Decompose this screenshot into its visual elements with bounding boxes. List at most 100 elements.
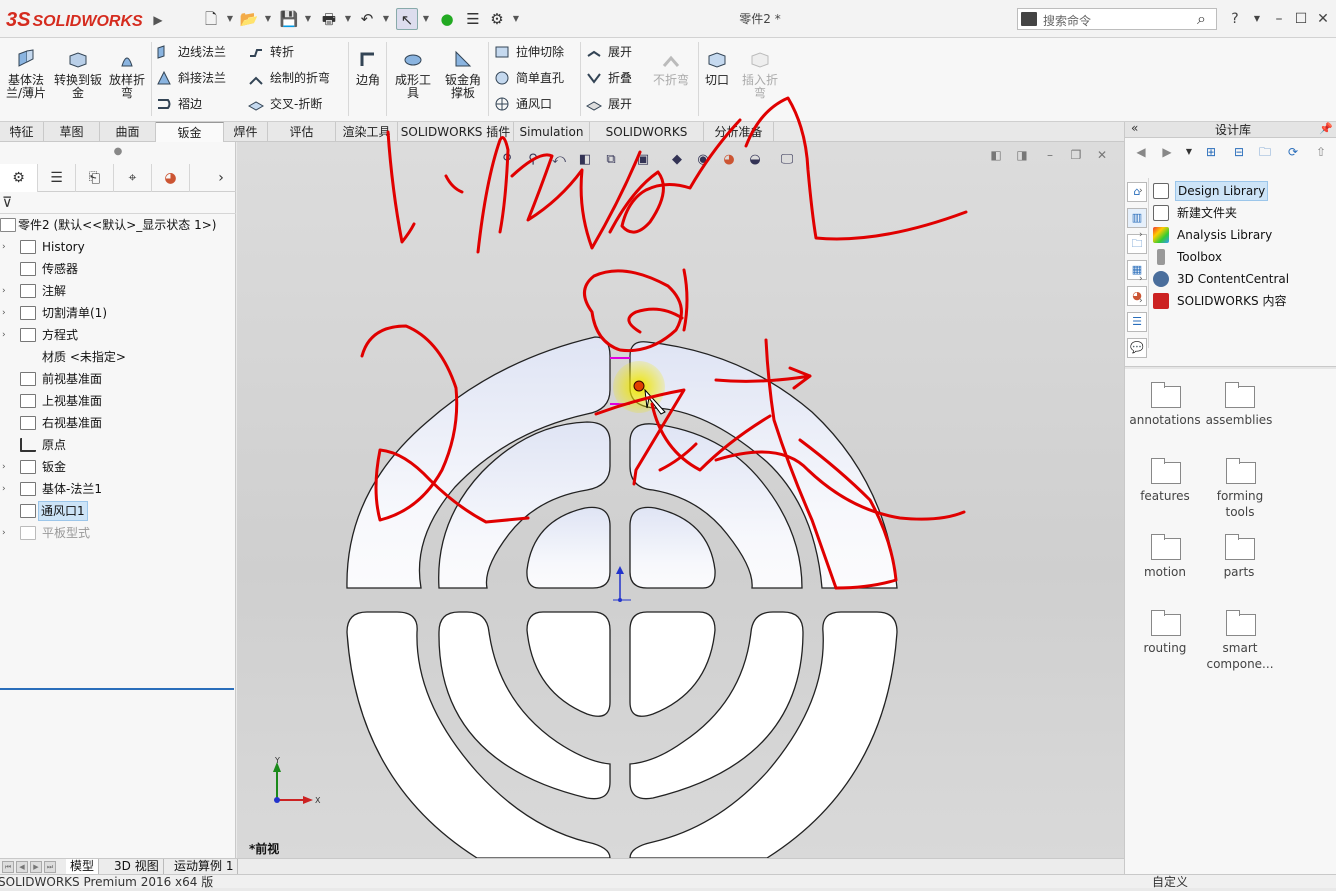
tree-item-origin[interactable]: 原点 [0,434,236,456]
vent-button[interactable]: 通风口 [494,94,552,114]
expand-arrow-icon[interactable]: › [1139,224,1143,246]
search-mode-icon[interactable] [1021,12,1037,26]
rip-button[interactable]: 切口 [702,48,732,87]
folder-forming-tools[interactable]: forming tools [1199,458,1281,520]
tab-analysis-preparation[interactable]: 分析准备 [704,122,774,142]
tree-item-top-plane[interactable]: 上视基准面 [0,390,236,412]
tree-item-sheetmetal[interactable]: › 钣金 [0,456,236,478]
expand-arrow-icon[interactable]: › [1139,268,1143,290]
history-dropdown-icon[interactable]: ▼ [1179,142,1199,162]
viewport-close-icon[interactable]: ✕ [1093,146,1111,164]
pane-splitter[interactable] [1125,366,1336,369]
dynamic-annotation-icon[interactable]: ⧉ [601,150,621,170]
expand-arrow-icon[interactable]: › [2,302,12,324]
vent-slot-inner-left[interactable] [526,506,611,589]
folder-parts[interactable]: parts [1199,534,1279,580]
hem-button[interactable]: 褶边 [156,94,202,114]
flatten-button[interactable]: 展开 [586,94,632,114]
undo-dropdown-icon[interactable]: ▼ [382,8,390,30]
help-dropdown-icon[interactable]: ▼ [1246,8,1268,30]
forming-tool-button[interactable]: 成形工具 [390,48,436,100]
expand-arrow-icon[interactable]: › [1139,290,1143,312]
previous-view-icon[interactable]: ⤺ [549,150,569,170]
tile-left-icon[interactable]: ◧ [987,146,1005,164]
tree-item-right-plane[interactable]: 右视基准面 [0,412,236,434]
simple-hole-button[interactable]: 简单直孔 [494,68,564,88]
first-tab-arrow-icon[interactable]: ⏮ [2,861,14,873]
maximize-icon[interactable]: ☐ [1290,8,1312,30]
tab-sheetmetal[interactable]: 钣金 [156,122,224,142]
folder-assemblies[interactable]: assemblies [1199,382,1279,428]
tree-item-annotations[interactable]: › 注解 [0,280,236,302]
displaymanager-icon[interactable]: ◕ [152,164,190,192]
expand-arrow-icon[interactable]: › [2,236,12,258]
new-dropdown-icon[interactable]: ▼ [226,8,234,30]
options-gear-icon[interactable]: ⚙ [486,8,508,30]
select-pointer-icon[interactable]: ↖ [396,8,418,30]
filter-icon[interactable]: ⊽ [2,195,12,211]
rebuild-traffic-light-icon[interactable]: ● [436,8,458,30]
tab-sketch[interactable]: 草图 [44,122,100,142]
library-item-design-library[interactable]: › Design Library [1139,180,1335,202]
library-item-new-folder[interactable]: 新建文件夹 [1139,202,1335,224]
pin-icon[interactable]: 📌 [1319,122,1333,135]
tree-item-sensors[interactable]: 传感器 [0,258,236,280]
cross-break-button[interactable]: 交叉-折断 [248,94,322,114]
insert-bends-button[interactable]: 插入折弯 [738,48,782,100]
base-flange-button[interactable]: 基体法兰/薄片 [2,48,50,100]
graphics-area[interactable]: ⚲ ⚲ ⤺ ◧ ⧉ ▣ ◆ ◉ ◕ ◒ 🖵 ◧ ◨ – ❐ ✕ Y X *前视 [237,142,1124,858]
add-to-library-icon[interactable]: ⊞ [1201,142,1221,162]
folder-motion[interactable]: motion [1125,534,1205,580]
library-item-solidworks-content[interactable]: › SOLIDWORKS 内容 [1139,290,1335,312]
dimxpertmanager-icon[interactable]: ⌖ [114,164,152,192]
apply-scene-icon[interactable]: ◒ [745,150,765,170]
corners-button[interactable]: 边角 [352,48,384,87]
vent-slot-inner-right[interactable] [629,506,716,589]
tab-evaluate[interactable]: 评估 [268,122,336,142]
save-dropdown-icon[interactable]: ▼ [304,8,312,30]
miter-flange-button[interactable]: 斜接法兰 [156,68,226,88]
options-dropdown-icon[interactable]: ▼ [512,8,520,30]
vent-slot-lower-inner-right[interactable] [629,611,716,717]
extruded-cut-button[interactable]: 拉伸切除 [494,42,564,62]
zoom-to-fit-icon[interactable]: ⚲ [497,150,517,170]
tree-item-base-flange[interactable]: › 基体-法兰1 [0,478,236,500]
viewport-minimize-icon[interactable]: – [1041,146,1059,164]
expand-arrow-icon[interactable]: › [2,456,12,478]
no-bends-button[interactable]: 不折弯 [650,48,692,87]
jog-button[interactable]: 转折 [248,42,294,62]
library-item-3d-contentcentral[interactable]: › 3D ContentCentral [1139,268,1335,290]
close-icon[interactable]: ✕ [1312,8,1334,30]
refresh-icon[interactable]: ⟳ [1283,142,1303,162]
expand-arrow-icon[interactable]: › [2,522,12,544]
last-tab-arrow-icon[interactable]: ⏭ [44,861,56,873]
lofted-bend-button[interactable]: 放样折弯 [104,48,150,100]
featuremanager-tree-icon[interactable]: ⚙ [0,164,38,192]
open-dropdown-icon[interactable]: ▼ [264,8,272,30]
collapse-pane-icon[interactable]: « [1131,121,1138,135]
tree-item-cut-list[interactable]: › 切割清单(1) [0,302,236,324]
custom-properties-icon[interactable]: ☰ [1127,312,1147,332]
tile-right-icon[interactable]: ◨ [1013,146,1031,164]
create-folder-icon[interactable]: 🗀 [1255,142,1275,162]
fold-button[interactable]: 折叠 [586,68,632,88]
tab-features[interactable]: 特征 [0,122,44,142]
units-custom-label[interactable]: 自定义 [1152,873,1188,891]
view-orientation-icon[interactable]: ▣ [633,150,653,170]
tree-item-flat-pattern[interactable]: › 平板型式 [0,522,236,544]
search-commands-input[interactable]: 搜索命令 ⌕ [1017,8,1217,30]
folder-features[interactable]: features [1125,458,1205,504]
new-document-icon[interactable]: 🗋 [200,8,222,30]
help-button[interactable]: ? [1224,8,1246,30]
folder-routing[interactable]: routing [1125,610,1205,656]
tree-item-history[interactable]: › History [0,236,236,258]
print-dropdown-icon[interactable]: ▼ [344,8,352,30]
tab-simulation[interactable]: Simulation [514,122,590,142]
file-properties-icon[interactable]: ☰ [462,8,484,30]
menu-expand-arrow-icon[interactable]: ▶ [150,10,166,30]
print-icon[interactable]: 🖶 [318,8,340,30]
minimize-icon[interactable]: – [1268,8,1290,30]
next-tab-arrow-icon[interactable]: ▶ [30,861,42,873]
library-item-toolbox[interactable]: Toolbox [1139,246,1335,268]
folder-annotations[interactable]: annotations [1125,382,1205,428]
